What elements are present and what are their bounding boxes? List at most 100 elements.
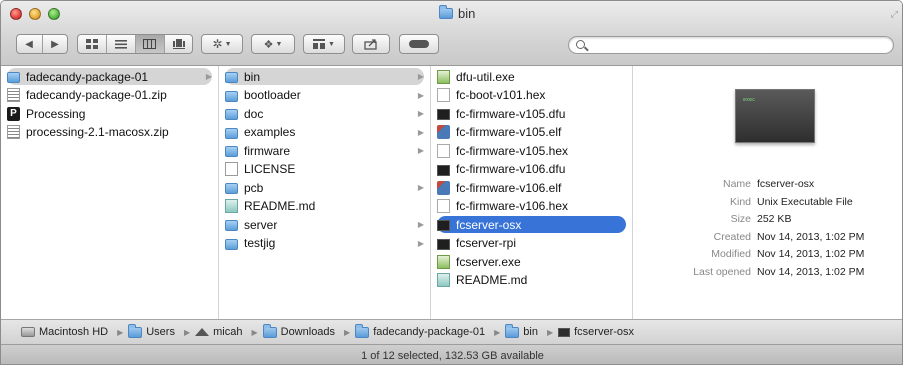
path-bar: Macintosh HD ▶ Users ▶ micah ▶ Downloads ▶ fadec… bbox=[1, 319, 902, 344]
tags-button[interactable] bbox=[399, 34, 439, 54]
markdown-file-icon bbox=[437, 273, 450, 287]
cover-flow-button[interactable] bbox=[165, 35, 193, 53]
list-item-label: processing-2.1-macosx.zip bbox=[26, 125, 169, 139]
list-item-label: firmware bbox=[244, 143, 291, 158]
column-view-button[interactable] bbox=[135, 35, 165, 53]
disclosure-arrow-icon: ▶ bbox=[417, 220, 424, 229]
list-item[interactable]: fc-firmware-v106.hex bbox=[437, 198, 626, 215]
arrange-icon bbox=[313, 39, 326, 49]
zoom-button[interactable] bbox=[48, 8, 60, 20]
list-item[interactable]: server ▶ bbox=[225, 216, 424, 233]
list-item[interactable]: fc-firmware-v105.dfu bbox=[437, 105, 626, 122]
elf-file-icon bbox=[437, 180, 450, 195]
path-crumb-label: Macintosh HD bbox=[39, 326, 109, 338]
info-key: Modified bbox=[711, 248, 751, 260]
chevron-down-icon: ▼ bbox=[224, 40, 232, 48]
icon-view-button[interactable] bbox=[78, 35, 107, 53]
list-item[interactable]: processing-2.1-macosx.zip bbox=[7, 124, 212, 141]
list-item[interactable]: LICENSE bbox=[225, 161, 424, 178]
list-item-label: LICENSE bbox=[244, 162, 296, 176]
path-crumb[interactable]: Downloads ▶ bbox=[262, 323, 356, 338]
processing-app-icon: P bbox=[7, 106, 20, 121]
gear-icon: ✲ bbox=[212, 37, 223, 51]
list-item[interactable]: P Processing bbox=[7, 105, 212, 122]
arrange-button[interactable]: ▼ bbox=[303, 34, 345, 54]
path-crumb-label: Users bbox=[146, 326, 175, 338]
forward-button[interactable]: ▶ bbox=[43, 35, 68, 53]
folder-icon bbox=[225, 127, 238, 139]
list-item[interactable]: fc-firmware-v106.elf bbox=[437, 179, 626, 196]
info-row: Kind Unix Executable File bbox=[633, 194, 902, 210]
column-1[interactable]: fadecandy-package-01 ▶ fadecandy-package-0… bbox=[1, 66, 219, 319]
search-icon bbox=[576, 40, 585, 49]
path-crumb[interactable]: micah ▶ bbox=[195, 326, 263, 338]
list-item[interactable]: fadecandy-package-01.zip bbox=[7, 87, 212, 104]
list-item[interactable]: fcserver.exe bbox=[437, 253, 626, 270]
share-button[interactable] bbox=[352, 34, 390, 54]
list-item-label: pcb bbox=[244, 180, 264, 195]
info-key: Created bbox=[713, 230, 751, 243]
list-item[interactable]: fcserver-rpi bbox=[437, 235, 626, 252]
folder-icon bbox=[225, 238, 238, 250]
list-item[interactable]: dfu-util.exe bbox=[437, 68, 626, 85]
preview-pane: exec Name fcserver-osx Kind Unix Executable… bbox=[633, 66, 902, 319]
list-item[interactable]: README.md bbox=[225, 198, 424, 215]
search-field[interactable] bbox=[568, 36, 894, 54]
disclosure-arrow-icon: ▶ bbox=[417, 146, 424, 155]
list-item[interactable]: doc ▶ bbox=[225, 105, 424, 122]
cover-flow-icon bbox=[172, 39, 185, 49]
info-row: Size 252 KB bbox=[633, 211, 902, 227]
dropbox-button[interactable]: ❖ ▼ bbox=[251, 34, 295, 54]
list-item[interactable]: bin ▶ bbox=[225, 68, 424, 85]
info-value: Nov 14, 2013, 1:02 PM bbox=[757, 265, 865, 278]
info-row: Name fcserver-osx bbox=[633, 176, 902, 192]
folder-icon bbox=[128, 323, 143, 338]
path-separator-icon: ▶ bbox=[251, 327, 258, 337]
fullscreen-icon[interactable]: ⤢ bbox=[891, 9, 898, 20]
path-crumb[interactable]: bin ▶ bbox=[505, 323, 558, 338]
list-item[interactable]: firmware ▶ bbox=[225, 142, 424, 159]
list-item[interactable]: fc-firmware-v105.hex bbox=[437, 142, 626, 159]
info-key: Kind bbox=[729, 195, 751, 208]
action-button[interactable]: ✲ ▼ bbox=[201, 34, 243, 54]
hex-file-icon bbox=[437, 88, 450, 102]
list-item[interactable]: fc-firmware-v106.dfu bbox=[437, 161, 626, 178]
path-crumb[interactable]: fcserver-osx bbox=[558, 326, 634, 338]
dropbox-icon: ❖ bbox=[263, 38, 274, 51]
chevron-down-icon: ▼ bbox=[275, 40, 283, 48]
list-item-label: fadecandy-package-01.zip bbox=[26, 88, 167, 102]
document-icon bbox=[225, 162, 238, 176]
list-item[interactable]: fadecandy-package-01 ▶ bbox=[7, 68, 212, 85]
folder-icon bbox=[439, 4, 453, 19]
disclosure-arrow-icon: ▶ bbox=[417, 109, 424, 118]
list-item[interactable]: pcb ▶ bbox=[225, 179, 424, 196]
column-3[interactable]: dfu-util.exe fc-boot-v101.hex fc-firmware-… bbox=[431, 66, 633, 319]
list-item[interactable]: fc-boot-v101.hex bbox=[437, 87, 626, 104]
executable-preview-thumbnail: exec bbox=[735, 89, 815, 143]
minimize-button[interactable] bbox=[29, 8, 41, 20]
list-item[interactable]: testjig ▶ bbox=[225, 235, 424, 252]
path-crumb[interactable]: Users ▶ bbox=[128, 323, 195, 338]
list-view-icon bbox=[114, 40, 127, 49]
list-view-button[interactable] bbox=[107, 35, 136, 53]
info-row: Last opened Nov 14, 2013, 1:02 PM bbox=[633, 264, 902, 280]
folder-icon bbox=[225, 90, 238, 102]
column-2[interactable]: bin ▶ bootloader ▶ doc ▶ examples ▶ firmware ▶ LIC… bbox=[219, 66, 431, 319]
path-separator-icon: ▶ bbox=[344, 327, 351, 337]
list-item-label: fc-firmware-v106.elf bbox=[456, 180, 562, 195]
close-button[interactable] bbox=[10, 8, 22, 20]
folder-icon bbox=[225, 183, 238, 194]
list-item[interactable]: examples ▶ bbox=[225, 124, 424, 141]
list-item-label: fcserver-rpi bbox=[456, 236, 517, 250]
path-crumb[interactable]: Macintosh HD ▶ bbox=[21, 326, 128, 338]
list-item[interactable]: bootloader ▶ bbox=[225, 87, 424, 104]
list-item[interactable]: README.md bbox=[437, 272, 626, 289]
back-button[interactable]: ◀ bbox=[17, 35, 43, 53]
list-item[interactable]: fcserver-osx bbox=[437, 216, 626, 233]
info-row: Modified Nov 14, 2013, 1:02 PM bbox=[633, 246, 902, 262]
list-item-label: bin bbox=[244, 69, 261, 84]
info-key: Last opened bbox=[693, 265, 751, 278]
list-item[interactable]: fc-firmware-v105.elf bbox=[437, 124, 626, 141]
info-key: Name bbox=[722, 178, 751, 190]
path-crumb[interactable]: fadecandy-package-01 ▶ bbox=[355, 323, 505, 338]
